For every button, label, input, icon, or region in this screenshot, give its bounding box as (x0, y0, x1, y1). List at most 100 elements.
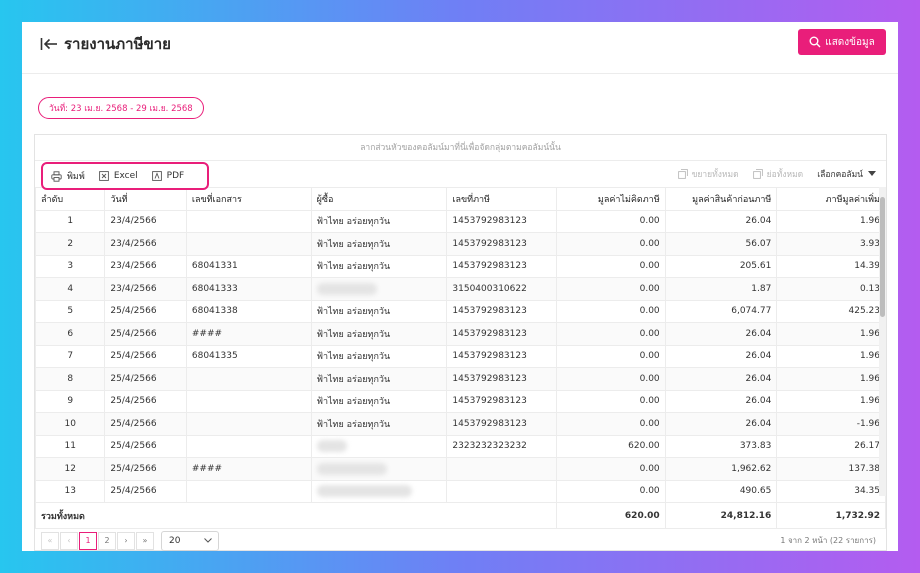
table-row[interactable]: 11 25/4/2566 2323232323232 620.00 373.83 26.1… (34, 434, 886, 458)
cell-buyer: ฟ้าไทย อร่อยทุกวัน (310, 299, 448, 323)
prev-page-button[interactable]: ‹ (60, 531, 78, 550)
data-grid: ลากส่วนหัวของคอลัมน์มาที่นี่เพื่อจัดกลุ่… (34, 134, 887, 551)
printer-icon (51, 170, 62, 182)
cell-no: 13 (34, 479, 106, 503)
first-page-button[interactable]: « (41, 531, 59, 550)
cell-non-taxable: 0.00 (556, 389, 666, 413)
cell-doc-no: #### (185, 457, 312, 481)
cell-vat: -1.96 (776, 412, 886, 436)
page-size-select[interactable]: 20 (161, 530, 219, 551)
table-row[interactable]: 8 25/4/2566 ฟ้าไทย อร่อยทุกวัน 145379298312… (34, 367, 886, 391)
cell-pre-tax-value: 1.87 (664, 277, 778, 301)
cell-pre-tax-value: 205.61 (664, 254, 778, 278)
table-row[interactable]: 12 25/4/2566 #### 0.00 1,962.62 137.38 (34, 457, 886, 481)
cell-vat: 34.35 (776, 479, 886, 503)
cell-pre-tax-value: 26.04 (664, 344, 778, 368)
cell-buyer: ฟ้าไทย อร่อยทุกวัน (310, 367, 448, 391)
table-row[interactable]: 10 25/4/2566 ฟ้าไทย อร่อยทุกวัน 14537929831… (34, 412, 886, 436)
expand-all-label: ขยายทั้งหมด (691, 170, 739, 180)
table-row[interactable]: 4 23/4/2566 68041333 3150400310622 0.00 1.87 0… (34, 277, 886, 301)
excel-file-icon (98, 171, 109, 181)
cell-vat: 1.96 (776, 322, 886, 346)
group-panel[interactable]: ลากส่วนหัวของคอลัมน์มาที่นี่เพื่อจัดกลุ่… (35, 135, 886, 161)
show-data-button[interactable]: แสดงข้อมูล (798, 29, 886, 55)
report-card: รายงานภาษีขาย แสดงข้อมูล วันที่: 23 เม.ย… (22, 22, 898, 551)
cell-doc-no (185, 479, 312, 503)
cell-vat: 1.96 (776, 367, 886, 391)
collapse-all-button[interactable]: ย่อทั้งหมด (752, 167, 803, 181)
page-button-2[interactable]: 2 (98, 531, 116, 550)
cell-doc-no (185, 389, 312, 413)
cell-vat: 1.96 (776, 344, 886, 368)
cell-no: 6 (34, 322, 106, 346)
cell-vat: 1.96 (776, 389, 886, 413)
excel-button[interactable]: Excel (98, 171, 138, 181)
cell-buyer: ฟ้าไทย อร่อยทุกวัน (310, 209, 448, 233)
table-row[interactable]: 13 25/4/2566 0.00 490.65 34.35 (34, 479, 886, 503)
table-row[interactable]: 1 23/4/2566 ฟ้าไทย อร่อยทุกวัน 145379298312… (34, 209, 886, 233)
next-page-button[interactable]: › (117, 531, 135, 550)
cell-doc-no (185, 434, 312, 458)
cell-tax-id (446, 457, 558, 481)
scrollbar-thumb[interactable] (880, 197, 885, 317)
col-header-pre-tax-value[interactable]: มูลค่าสินค้าก่อนภาษี (664, 187, 778, 211)
table-row[interactable]: 6 25/4/2566 #### ฟ้าไทย อร่อยทุกวัน 14537929… (34, 322, 886, 346)
cell-non-taxable: 0.00 (556, 299, 666, 323)
col-header-date[interactable]: วันที่ (104, 187, 187, 211)
page-button-1[interactable]: 1 (79, 531, 97, 550)
cell-pre-tax-value: 1,962.62 (664, 457, 778, 481)
cell-non-taxable: 0.00 (556, 277, 666, 301)
cell-pre-tax-value: 56.07 (664, 232, 778, 256)
table-row[interactable]: 3 23/4/2566 68041331 ฟ้าไทย อร่อยทุกวัน 1453… (34, 254, 886, 278)
expand-all-button[interactable]: ขยายทั้งหมด (677, 167, 739, 181)
total-vat: 1,732.92 (776, 502, 886, 529)
table-row[interactable]: 5 25/4/2566 68041338 ฟ้าไทย อร่อยทุกวัน 1453… (34, 299, 886, 323)
print-button[interactable]: พิมพ์ (51, 169, 85, 183)
cell-date: 23/4/2566 (104, 232, 187, 256)
cell-tax-id: 1453792983123 (446, 254, 558, 278)
search-icon (809, 36, 821, 48)
cell-non-taxable: 0.00 (556, 412, 666, 436)
cell-no: 7 (34, 344, 106, 368)
cell-no: 9 (34, 389, 106, 413)
cell-tax-id: 1453792983123 (446, 299, 558, 323)
total-pre-tax-value: 24,812.16 (664, 502, 778, 529)
col-header-vat[interactable]: ภาษีมูลค่าเพิ่ม (776, 187, 886, 211)
col-header-no[interactable]: ลำดับ (34, 187, 106, 211)
cell-date: 25/4/2566 (104, 389, 187, 413)
cell-non-taxable: 0.00 (556, 232, 666, 256)
cell-tax-id (446, 479, 558, 503)
cell-doc-no (185, 209, 312, 233)
col-header-non-taxable[interactable]: มูลค่าไม่คิดภาษี (556, 187, 666, 211)
cell-no: 3 (34, 254, 106, 278)
column-chooser[interactable]: เลือกคอลัมน์ (817, 167, 876, 181)
last-page-button[interactable]: » (136, 531, 154, 550)
date-range-filter[interactable]: วันที่: 23 เม.ย. 2568 - 29 เม.ย. 2568 (38, 97, 204, 119)
cell-vat: 425.23 (776, 299, 886, 323)
cell-buyer: ฟ้าไทย อร่อยทุกวัน (310, 322, 448, 346)
grid-options: ขยายทั้งหมด ย่อทั้งหมด เลือกคอลัมน์ (677, 161, 876, 187)
caret-down-icon (868, 171, 876, 176)
table-scrollbar[interactable] (879, 187, 886, 496)
cell-date: 23/4/2566 (104, 277, 187, 301)
table-row[interactable]: 2 23/4/2566 ฟ้าไทย อร่อยทุกวัน 145379298312… (34, 232, 886, 256)
column-chooser-label: เลือกคอลัมน์ (817, 170, 863, 180)
cell-no: 4 (34, 277, 106, 301)
col-header-tax-id[interactable]: เลขที่ภาษี (446, 187, 558, 211)
cell-buyer: ฟ้าไทย อร่อยทุกวัน (310, 344, 448, 368)
cell-no: 5 (34, 299, 106, 323)
cell-buyer: ฟ้าไทย อร่อยทุกวัน (310, 232, 448, 256)
cell-date: 25/4/2566 (104, 299, 187, 323)
table-row[interactable]: 7 25/4/2566 68041335 ฟ้าไทย อร่อยทุกวัน 1453… (34, 344, 886, 368)
redacted-buyer (316, 282, 377, 295)
col-header-buyer[interactable]: ผู้ซื้อ (310, 187, 448, 211)
export-toolbar: พิมพ์ Excel PDF (41, 162, 209, 190)
cell-date: 25/4/2566 (104, 367, 187, 391)
col-header-doc-no[interactable]: เลขที่เอกสาร (185, 187, 312, 211)
cell-date: 25/4/2566 (104, 344, 187, 368)
pdf-button[interactable]: PDF (151, 171, 184, 181)
cell-tax-id: 3150400310622 (446, 277, 558, 301)
cell-doc-no (185, 367, 312, 391)
table-row[interactable]: 9 25/4/2566 ฟ้าไทย อร่อยทุกวัน 145379298312… (34, 389, 886, 413)
back-arrow-icon[interactable] (40, 36, 58, 52)
